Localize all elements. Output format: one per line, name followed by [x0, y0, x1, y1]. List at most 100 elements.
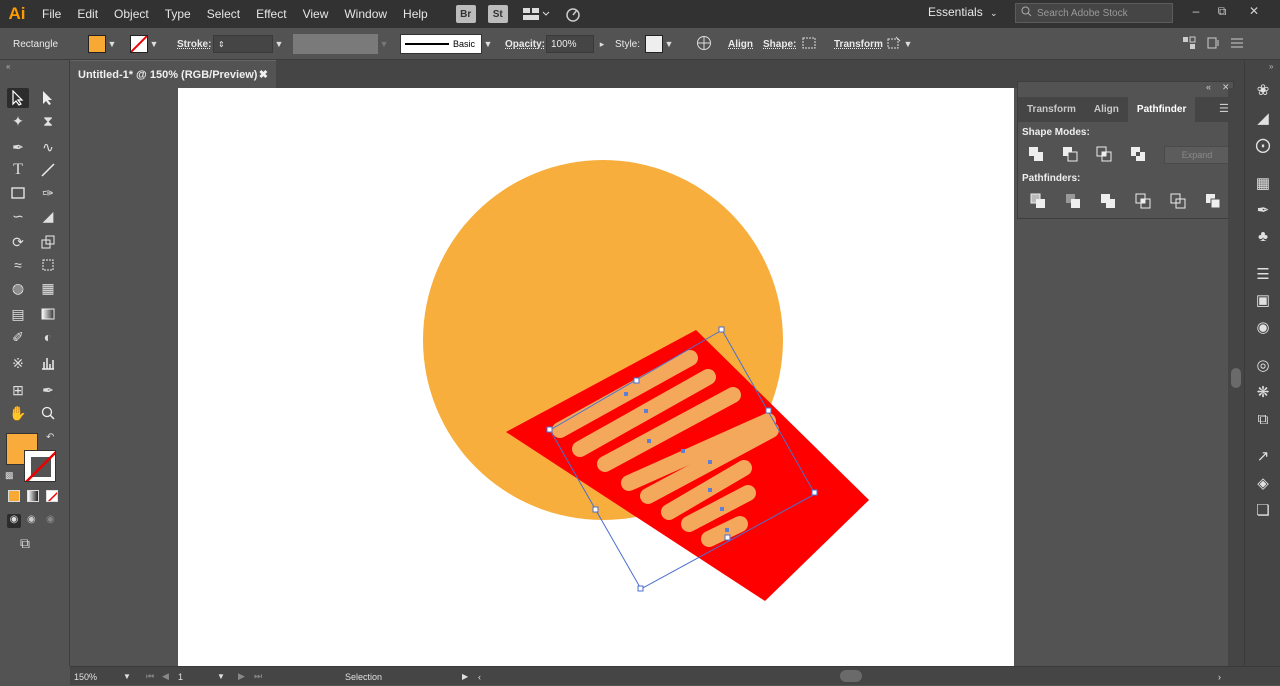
isolate-icon[interactable] — [1182, 36, 1196, 53]
zoom-level[interactable]: 150% — [74, 672, 97, 682]
graphic-style-swatch[interactable] — [645, 35, 663, 53]
menu-type[interactable]: Type — [157, 0, 199, 28]
perspective-grid-tool-icon[interactable]: ▦ — [37, 278, 59, 298]
expand-dock-icon[interactable]: » — [1269, 62, 1273, 71]
variable-width-field[interactable] — [293, 34, 378, 54]
merge-icon[interactable] — [1100, 193, 1116, 209]
curvature-tool-icon[interactable]: ∿ — [37, 137, 59, 157]
shaper-tool-icon[interactable]: ∽ — [7, 206, 29, 226]
workspace-switcher[interactable]: Essentials ⌄ — [928, 5, 998, 19]
shape-builder-tool-icon[interactable]: ◍ — [7, 278, 29, 298]
lasso-tool-icon[interactable]: ⧗ — [37, 111, 59, 131]
selection-handle[interactable] — [718, 326, 725, 333]
draw-normal-icon[interactable]: ◉ — [7, 514, 21, 528]
cc-libraries-icon[interactable]: ◎ — [1253, 355, 1273, 375]
gradient-panel-icon[interactable]: ⨀ — [1253, 135, 1273, 155]
layers-icon[interactable]: ◈ — [1253, 473, 1273, 493]
arrange-icon[interactable] — [1206, 36, 1222, 53]
graphic-styles-icon[interactable]: ❋ — [1253, 382, 1273, 402]
type-tool-icon[interactable]: T — [7, 160, 29, 180]
chevron-down-icon[interactable]: ▼ — [663, 35, 675, 53]
selection-handle[interactable] — [546, 426, 553, 433]
artwork[interactable] — [178, 88, 1014, 666]
bridge-button[interactable]: Br — [455, 5, 476, 23]
trim-icon[interactable] — [1065, 193, 1081, 209]
eraser-tool-icon[interactable]: ◢ — [37, 206, 59, 226]
default-colors-icon[interactable]: ▩ — [5, 470, 14, 481]
stroke-label[interactable]: Stroke: — [177, 39, 211, 50]
color-mode-icon[interactable] — [8, 490, 20, 502]
width-tool-icon[interactable]: ≈ — [7, 255, 29, 275]
mesh-tool-icon[interactable]: ▤ — [7, 304, 29, 324]
scroll-left-icon[interactable]: ‹ — [478, 667, 481, 686]
menu-select[interactable]: Select — [199, 0, 248, 28]
chevron-down-icon[interactable]: ▼ — [123, 672, 131, 681]
selection-handle[interactable] — [592, 506, 599, 513]
close-tab-icon[interactable]: ✖ — [259, 68, 268, 81]
asset-export-icon[interactable]: ⧉ — [1253, 409, 1273, 429]
minus-back-icon[interactable] — [1205, 193, 1221, 209]
pen-tool-icon[interactable]: ✒ — [7, 137, 29, 157]
transform-each-icon[interactable] — [886, 36, 902, 53]
stepper-icon[interactable]: ⇕ — [218, 40, 225, 49]
scroll-right-icon[interactable]: › — [1218, 667, 1221, 686]
chevron-down-icon[interactable]: ▼ — [482, 35, 494, 53]
tab-transform[interactable]: Transform — [1018, 97, 1085, 122]
draw-inside-icon[interactable]: ◉ — [46, 514, 55, 525]
stroke-panel-icon[interactable]: ☰ — [1253, 264, 1273, 284]
slice-tool-icon[interactable]: ✒ — [37, 380, 59, 400]
paintbrush-tool-icon[interactable]: ✑ — [37, 183, 59, 203]
close-icon[interactable]: ✕ — [1244, 4, 1264, 22]
scale-tool-icon[interactable] — [37, 232, 59, 252]
eyedropper-tool-icon[interactable]: ✐ — [7, 327, 29, 347]
swatches-icon[interactable]: ▦ — [1253, 173, 1273, 193]
stroke-color-swatch[interactable] — [24, 450, 56, 482]
menu-effect[interactable]: Effect — [248, 0, 294, 28]
rotate-tool-icon[interactable]: ⟳ — [7, 232, 29, 252]
menu-help[interactable]: Help — [395, 0, 436, 28]
align-label[interactable]: Align — [728, 39, 753, 50]
vertical-scrollbar[interactable] — [1228, 88, 1244, 666]
gradient-tool-icon[interactable] — [37, 304, 59, 324]
collapse-panel-icon[interactable]: « — [1206, 82, 1211, 92]
gradient-mode-icon[interactable] — [27, 490, 39, 502]
search-stock-input[interactable]: Search Adobe Stock — [1015, 3, 1173, 23]
stroke-swatch[interactable] — [130, 35, 148, 53]
menu-file[interactable]: File — [34, 0, 69, 28]
appearance-icon[interactable]: ◉ — [1253, 317, 1273, 337]
hand-tool-icon[interactable]: ✋ — [7, 403, 29, 423]
fill-swatch[interactable] — [88, 35, 106, 53]
symbol-sprayer-tool-icon[interactable]: ※ — [7, 353, 29, 373]
chevron-down-icon[interactable]: ▼ — [217, 672, 225, 681]
document-tab[interactable]: Untitled-1* @ 150% (RGB/Preview) ✖ — [70, 60, 276, 88]
artboard[interactable] — [178, 88, 1014, 666]
previous-artboard-icon[interactable]: ◀ — [162, 667, 169, 686]
chevron-down-icon[interactable]: ▼ — [273, 35, 285, 53]
selection-handle[interactable] — [633, 377, 640, 384]
minimize-icon[interactable]: – — [1186, 4, 1206, 22]
horizontal-scroll-thumb[interactable] — [840, 670, 862, 682]
screen-mode-icon[interactable]: ⧉ — [20, 535, 30, 552]
arrange-documents-icon[interactable] — [522, 5, 550, 23]
tab-pathfinder[interactable]: Pathfinder — [1127, 97, 1196, 122]
shape-label[interactable]: Shape: — [763, 39, 796, 50]
brushes-icon[interactable]: ✒ — [1253, 200, 1273, 220]
first-artboard-icon[interactable]: ⏮ — [146, 667, 154, 686]
export-icon[interactable]: ↗ — [1253, 446, 1273, 466]
selection-handle[interactable] — [637, 585, 644, 592]
stock-button[interactable]: St — [487, 5, 508, 23]
opacity-field[interactable]: 100% — [546, 35, 594, 53]
restore-icon[interactable]: ⧉ — [1212, 4, 1232, 22]
swap-colors-icon[interactable]: ↶ — [46, 432, 54, 443]
artboards-icon[interactable]: ❏ — [1253, 500, 1273, 520]
scrollbar-thumb[interactable] — [1231, 368, 1241, 388]
gpu-performance-icon[interactable] — [564, 5, 584, 23]
expand-button[interactable]: Expand — [1164, 146, 1230, 164]
blend-tool-icon[interactable]: ◐ — [37, 327, 59, 347]
selection-tool-icon[interactable] — [7, 88, 29, 108]
next-artboard-icon[interactable]: ▶ — [238, 667, 245, 686]
status-menu-icon[interactable]: ▶ — [462, 667, 468, 686]
zoom-tool-icon[interactable] — [37, 403, 59, 423]
none-mode-icon[interactable] — [46, 490, 58, 502]
artboard-number[interactable]: 1 — [178, 672, 183, 682]
